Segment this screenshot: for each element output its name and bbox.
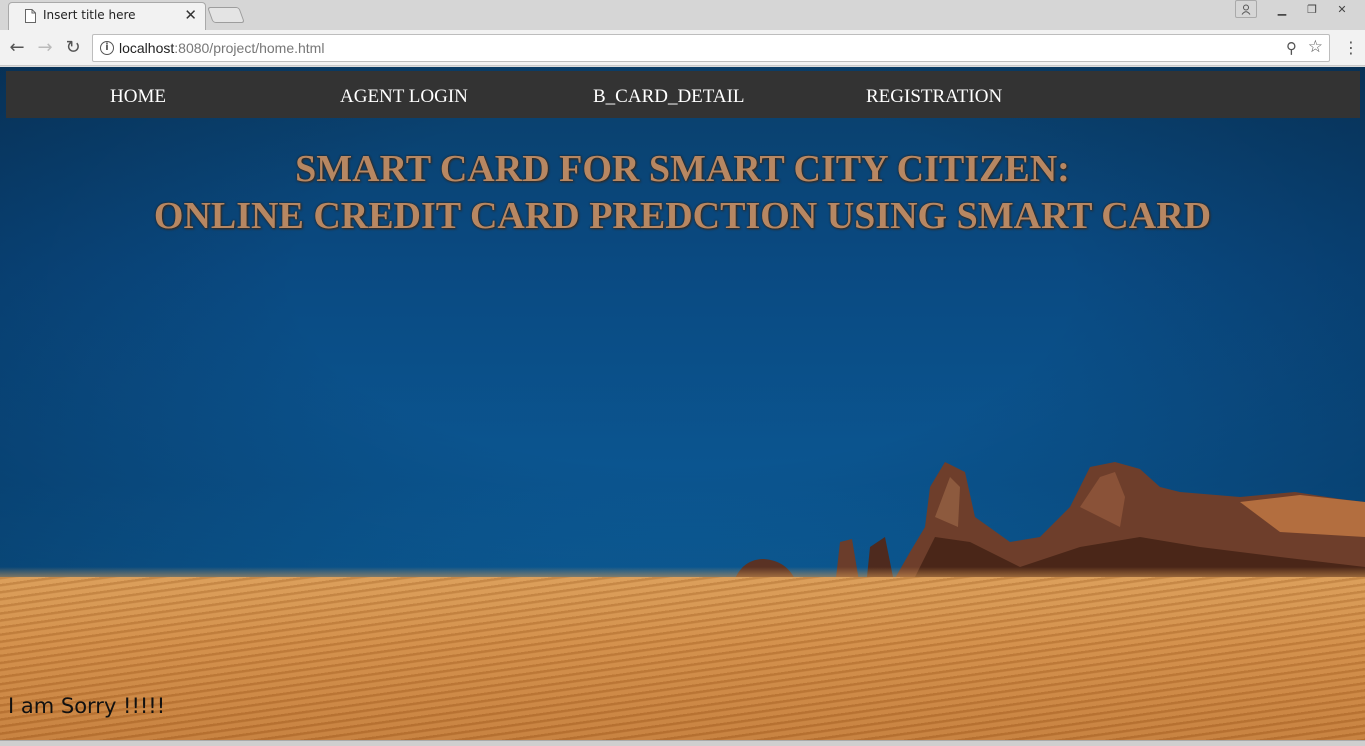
desert-sand-image [0, 577, 1365, 740]
zoom-icon[interactable]: ⚲ [1286, 39, 1297, 57]
status-message: I am Sorry !!!!! [8, 694, 166, 718]
new-tab-button[interactable] [207, 7, 245, 23]
nav-b-card-detail[interactable]: B_CARD_DETAIL [593, 86, 745, 108]
main-nav: HOME AGENT LOGIN B_CARD_DETAIL REGISTRAT… [6, 71, 1360, 118]
address-bar[interactable]: i localhost:8080/project/home.html ⚲ ☆ [92, 34, 1330, 62]
url-text[interactable]: localhost:8080/project/home.html [119, 40, 324, 56]
window-controls: ▁ ❐ ✕ [1235, 0, 1355, 18]
page-title-line2: ONLINE CREDIT CARD PREDCTION USING SMART… [153, 195, 1212, 237]
browser-tab[interactable]: Insert title here ✕ [8, 2, 206, 30]
profile-icon[interactable] [1235, 0, 1257, 18]
forward-arrow-icon[interactable]: → [35, 38, 55, 58]
nav-home[interactable]: HOME [110, 86, 166, 108]
tab-strip: Insert title here ✕ ▁ ❐ ✕ [0, 0, 1365, 30]
close-tab-icon[interactable]: ✕ [184, 6, 197, 24]
close-window-icon[interactable]: ✕ [1329, 0, 1355, 18]
browser-toolbar: ← → ↻ i localhost:8080/project/home.html… [0, 30, 1365, 66]
bookmark-star-icon[interactable]: ☆ [1308, 37, 1323, 57]
status-bar [0, 740, 1365, 746]
page-title-line1: SMART CARD FOR SMART CITY CITIZEN: [295, 148, 1070, 190]
menu-icon[interactable]: ⋮ [1343, 38, 1359, 58]
info-icon[interactable]: i [100, 41, 114, 55]
tab-title: Insert title here [43, 8, 136, 22]
minimize-icon[interactable]: ▁ [1269, 0, 1295, 18]
page-viewport: HOME AGENT LOGIN B_CARD_DETAIL REGISTRAT… [0, 67, 1365, 740]
back-arrow-icon[interactable]: ← [7, 38, 27, 58]
nav-registration[interactable]: REGISTRATION [866, 86, 1002, 108]
reload-icon[interactable]: ↻ [63, 38, 83, 58]
restore-icon[interactable]: ❐ [1299, 0, 1325, 18]
document-icon [25, 9, 36, 23]
nav-agent-login[interactable]: AGENT LOGIN [340, 86, 468, 108]
